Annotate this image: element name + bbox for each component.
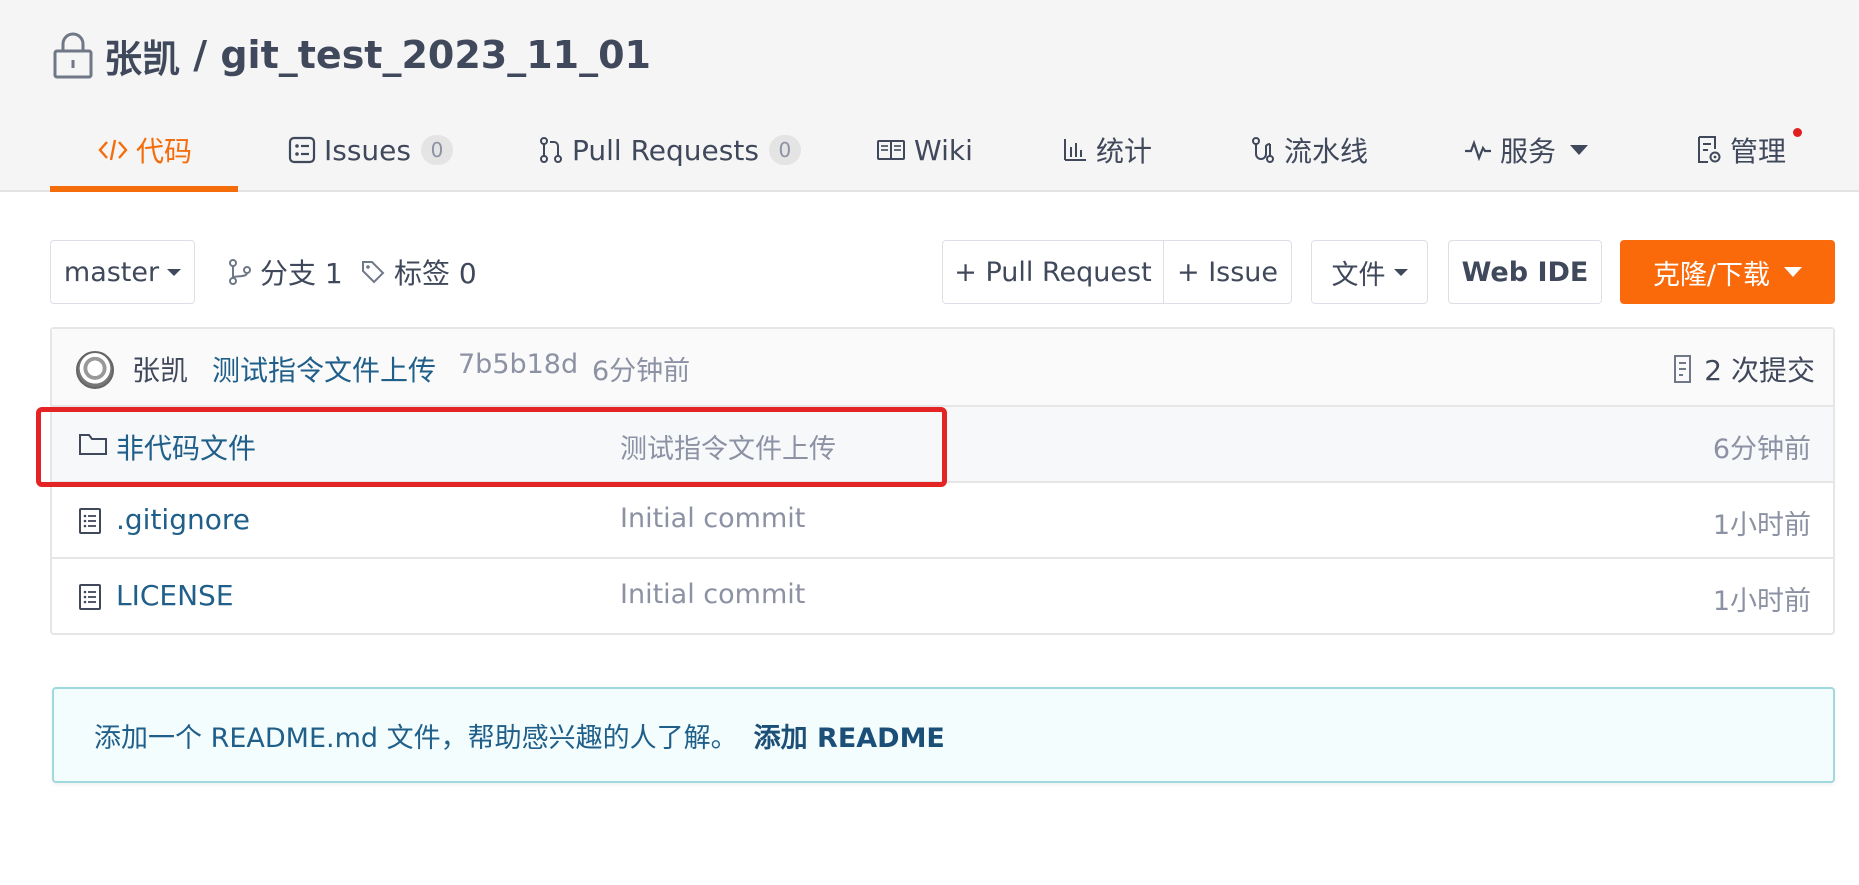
web-ide-button[interactable]: Web IDE — [1448, 240, 1602, 304]
repo-tabs: 代码 Issues 0 Pull Requests 0 Wiki 统计 流水线 … — [50, 110, 1830, 192]
repo-name-link[interactable]: git_test_2023_11_01 — [220, 33, 651, 77]
file-icon — [79, 584, 101, 610]
commit-count-label: 2 次提交 — [1704, 354, 1815, 387]
tab-pipeline-label: 流水线 — [1284, 135, 1369, 168]
commit-history-icon — [1674, 355, 1692, 383]
branches-link[interactable]: 分支 1 — [228, 254, 343, 290]
branches-label: 分支 1 — [260, 257, 343, 290]
repo-header: 张凯 / git_test_2023_11_01 代码 Issues 0 Pul… — [0, 0, 1859, 192]
new-pull-request-button[interactable]: + Pull Request — [942, 240, 1164, 304]
settings-doc-icon — [1698, 136, 1721, 163]
web-ide-label: Web IDE — [1461, 256, 1589, 288]
commit-message-link[interactable]: 测试指令文件上传 — [212, 349, 436, 389]
branch-icon — [229, 259, 251, 285]
notification-dot — [1793, 128, 1802, 137]
file-commit-message[interactable]: Initial commit — [620, 579, 805, 610]
commit-hash-link[interactable]: 7b5b18d — [458, 349, 578, 380]
book-icon — [877, 140, 905, 160]
file-dropdown-label: 文件 — [1331, 259, 1386, 291]
active-tab-underline — [50, 186, 238, 192]
tab-code-label: 代码 — [136, 135, 193, 168]
tab-pull-requests-label: Pull Requests — [572, 133, 759, 167]
repo-title: 张凯 / git_test_2023_11_01 — [52, 28, 651, 83]
tab-pipeline[interactable]: 流水线 — [1250, 110, 1368, 190]
tab-wiki-label: Wiki — [914, 133, 973, 167]
chevron-down-icon — [167, 268, 182, 276]
tab-code[interactable]: 代码 — [98, 110, 192, 190]
highlight-box — [36, 407, 947, 487]
file-name-link[interactable]: LICENSE — [116, 579, 234, 612]
new-pull-request-label: + Pull Request — [954, 256, 1152, 288]
branch-select-label: master — [63, 256, 160, 288]
branch-select[interactable]: master — [50, 240, 195, 304]
commit-time: 6分钟前 — [592, 356, 691, 387]
tab-settings[interactable]: 管理 — [1696, 110, 1786, 190]
repo-owner-link[interactable]: 张凯 — [104, 28, 180, 83]
chevron-down-icon — [1784, 267, 1803, 277]
tags-link[interactable]: 标签 0 — [360, 254, 477, 290]
chevron-down-icon — [1393, 268, 1408, 276]
avatar[interactable] — [76, 351, 114, 389]
file-name-link[interactable]: .gitignore — [116, 503, 250, 536]
tab-wiki[interactable]: Wiki — [876, 110, 973, 190]
lock-icon — [53, 32, 93, 79]
commit-author-link[interactable]: 张凯 — [132, 349, 188, 389]
file-dropdown-button[interactable]: 文件 — [1311, 240, 1428, 304]
pull-request-icon — [540, 137, 562, 163]
file-commit-time: 6分钟前 — [1712, 434, 1811, 465]
tab-issues-label: Issues — [324, 133, 411, 167]
tab-services[interactable]: 服务 — [1464, 110, 1589, 190]
tab-statistics-label: 统计 — [1096, 135, 1153, 168]
tab-pull-requests[interactable]: Pull Requests 0 — [538, 110, 801, 190]
commit-count-link[interactable]: 2 次提交 — [1672, 349, 1815, 389]
issues-count-badge: 0 — [421, 135, 453, 165]
tab-settings-label: 管理 — [1730, 135, 1787, 168]
pull-requests-count-badge: 0 — [768, 135, 801, 165]
file-row[interactable]: .gitignore Initial commit 1小时前 — [52, 483, 1833, 559]
tab-issues[interactable]: Issues 0 — [288, 110, 453, 190]
tags-label: 标签 0 — [394, 257, 477, 290]
readme-notice: 添加一个 README.md 文件，帮助感兴趣的人了解。 添加 README — [52, 687, 1835, 783]
tab-statistics[interactable]: 统计 — [1062, 110, 1152, 190]
readme-notice-text: 添加一个 README.md 文件，帮助感兴趣的人了解。 — [94, 722, 738, 754]
file-commit-message[interactable]: Initial commit — [620, 503, 805, 534]
issues-icon — [288, 136, 316, 164]
clone-download-label: 克隆/下载 — [1652, 259, 1771, 291]
file-icon — [79, 508, 101, 534]
clone-download-button[interactable]: 克隆/下载 — [1620, 240, 1835, 304]
new-issue-label: + Issue — [1176, 256, 1279, 288]
pipeline-icon — [1252, 137, 1274, 163]
file-row[interactable]: LICENSE Initial commit 1小时前 — [52, 559, 1833, 635]
latest-commit-bar: 张凯 测试指令文件上传 7b5b18d 6分钟前 2 次提交 — [52, 329, 1833, 407]
tag-icon — [362, 261, 385, 284]
new-issue-button[interactable]: + Issue — [1163, 240, 1292, 304]
file-commit-time: 1小时前 — [1712, 586, 1811, 617]
file-commit-time: 1小时前 — [1712, 510, 1811, 541]
repo-separator: / — [180, 33, 221, 77]
bar-chart-icon — [1064, 139, 1086, 161]
chevron-down-icon — [1570, 145, 1589, 155]
pulse-icon — [1465, 139, 1491, 162]
tab-services-label: 服务 — [1500, 135, 1557, 168]
code-icon — [98, 139, 128, 161]
add-readme-link[interactable]: 添加 README — [754, 716, 945, 755]
